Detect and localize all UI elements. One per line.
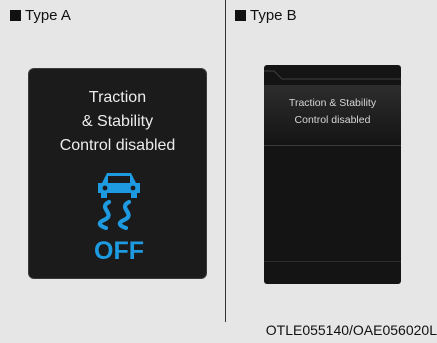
square-bullet-icon: [235, 10, 246, 21]
traction-control-off-icon: OFF: [94, 173, 144, 264]
figure-code: OTLE055140/OAE056020L: [265, 322, 437, 338]
type-b-bottom-line: [264, 261, 401, 262]
type-a-label: Type A: [10, 7, 71, 24]
off-text: OFF: [94, 237, 144, 264]
type-a-label-text: Type A: [25, 7, 71, 24]
type-b-message: Traction & Stability Control disabled: [264, 95, 401, 129]
type-b-label-text: Type B: [250, 7, 297, 24]
display-top-bezel: [264, 70, 401, 80]
type-b-separator: [264, 145, 401, 146]
type-a-message-line-3: Control disabled: [59, 137, 176, 154]
type-a-display: Traction & Stability Control disabled OF…: [29, 69, 206, 278]
panel-divider: [225, 0, 226, 322]
type-b-display: Traction & Stability Control disabled: [264, 65, 401, 284]
type-b-message-line-1: Traction & Stability: [288, 97, 377, 109]
type-a-message: Traction & Stability Control disabled: [29, 86, 206, 158]
type-b-label: Type B: [235, 7, 297, 24]
type-b-message-line-2: Control disabled: [294, 114, 371, 126]
type-a-message-line-1: Traction: [88, 89, 147, 106]
square-bullet-icon: [10, 10, 21, 21]
type-a-message-line-2: & Stability: [81, 113, 154, 130]
